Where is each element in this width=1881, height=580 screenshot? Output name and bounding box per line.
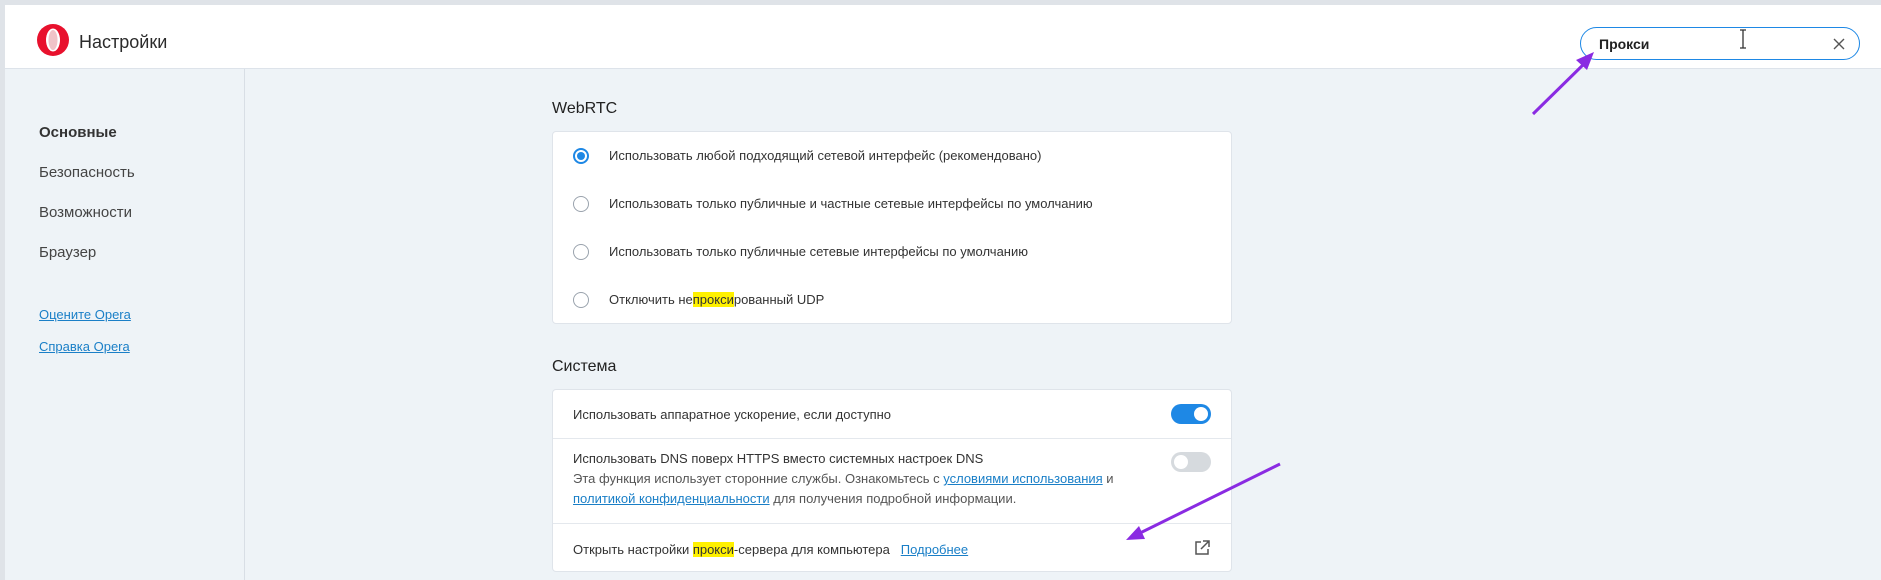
annotation-arrows xyxy=(1126,52,1594,540)
annotation-arrow-proxy xyxy=(1126,462,1281,540)
annotation-arrow-search xyxy=(1531,52,1594,116)
